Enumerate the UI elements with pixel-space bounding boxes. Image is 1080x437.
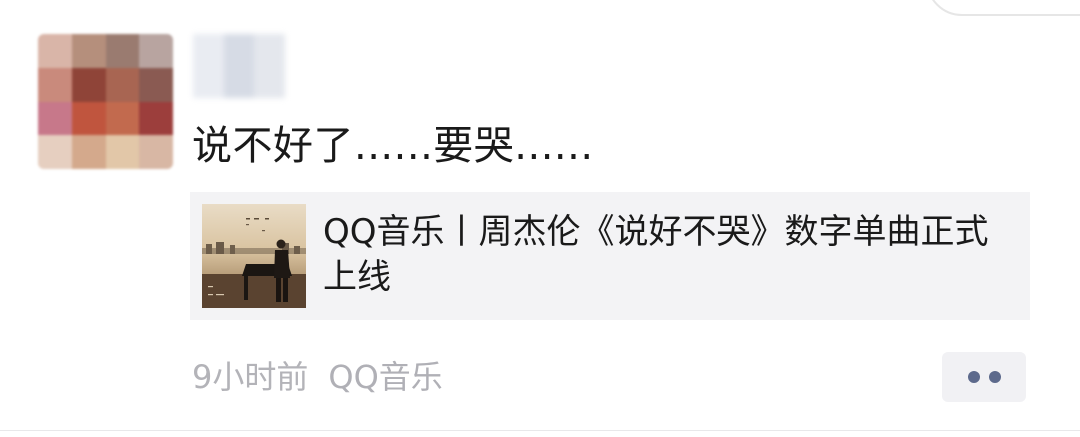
more-dot-icon bbox=[967, 371, 980, 383]
avatar[interactable] bbox=[38, 34, 173, 169]
post-meta: 9小时前 QQ音乐 bbox=[192, 355, 443, 399]
share-thumbnail bbox=[202, 204, 306, 308]
more-button[interactable] bbox=[942, 352, 1026, 402]
divider bbox=[0, 430, 1080, 431]
corner-decoration bbox=[926, 0, 1080, 16]
post-time: 9小时前 bbox=[192, 358, 309, 396]
share-title: QQ音乐丨周杰伦《说好不哭》数字单曲正式上线 bbox=[323, 212, 989, 297]
post-source-link[interactable]: QQ音乐 bbox=[328, 358, 442, 396]
username-blurred[interactable] bbox=[193, 34, 285, 98]
shared-link-card[interactable]: QQ音乐丨周杰伦《说好不哭》数字单曲正式上线 bbox=[190, 192, 1030, 320]
post-text: 说不好了......要哭...... bbox=[192, 123, 594, 169]
more-dot-icon bbox=[988, 371, 1001, 383]
